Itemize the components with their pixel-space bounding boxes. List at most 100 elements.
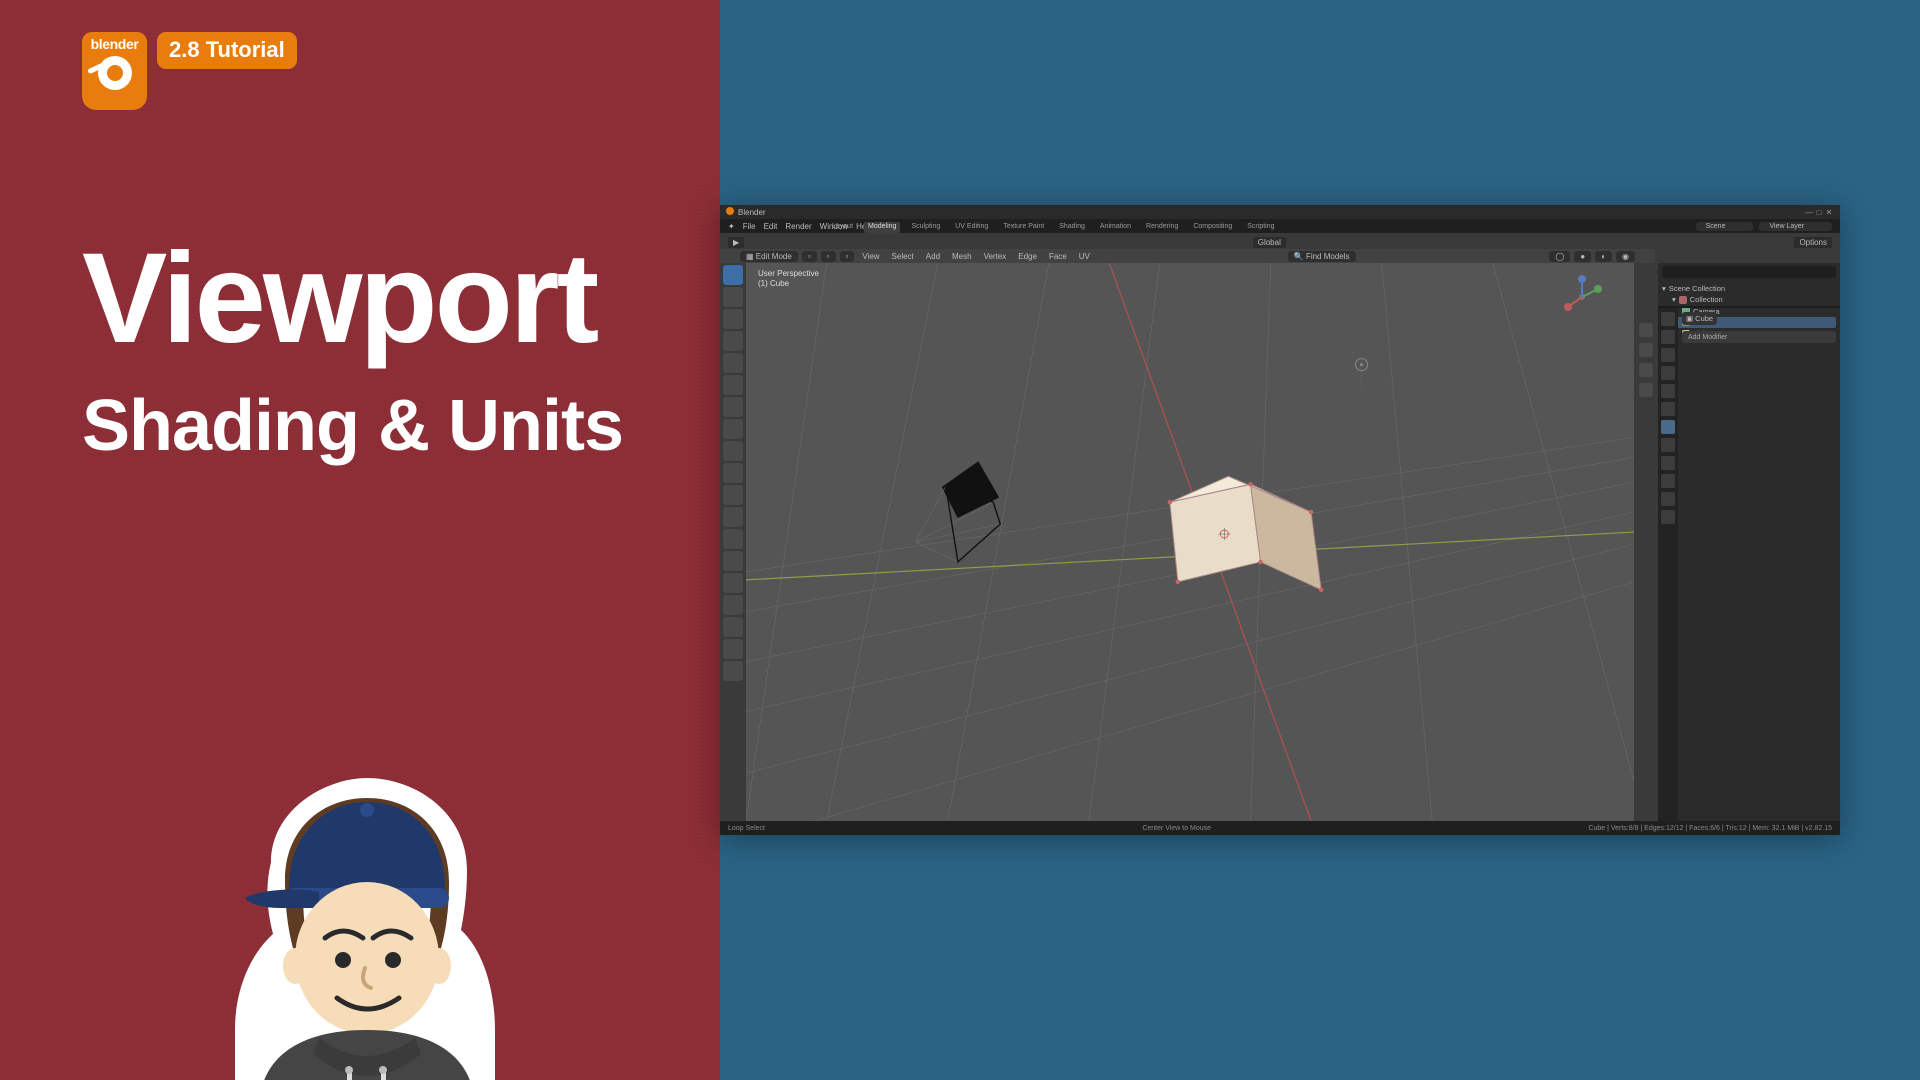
viewport-label: User Perspective(1) Cube [758, 269, 819, 290]
window-title: Blender [738, 208, 766, 217]
tab-layout[interactable]: Layout [828, 222, 857, 233]
play-icon[interactable]: ▶ [728, 237, 744, 248]
tool-select-box-icon[interactable] [723, 265, 743, 285]
tool-spin-icon[interactable] [723, 573, 743, 593]
shading-solid-icon[interactable]: ● [1574, 251, 1591, 262]
outliner-search-input[interactable] [1662, 266, 1836, 278]
menu-edge[interactable]: Edge [1014, 251, 1041, 262]
shading-rendered-icon[interactable]: ◉ [1616, 251, 1635, 262]
tool-cursor-icon[interactable] [723, 287, 743, 307]
tab-modeling[interactable]: Modeling [864, 222, 900, 233]
select-mode-vertex-icon[interactable]: ▫ [802, 251, 817, 262]
prop-tab-viewlayer-icon[interactable] [1661, 348, 1675, 362]
tool-annotate-icon[interactable] [723, 397, 743, 417]
prop-tab-physics-icon[interactable] [1661, 456, 1675, 470]
logo-circle-icon [98, 56, 132, 90]
prop-tab-render-icon[interactable] [1661, 312, 1675, 326]
properties-editor: ▣ Cube Add Modifier [1658, 307, 1840, 821]
header-row-2: ▦ Edit Mode ▫ ▫ ▫ View Select Add Mesh V… [720, 249, 1655, 263]
scene-field[interactable]: Scene [1696, 222, 1754, 231]
status-bar: Loop Select Center View to Mouse Cube | … [720, 821, 1840, 835]
add-modifier-dropdown[interactable]: Add Modifier [1682, 331, 1836, 343]
select-mode-face-icon[interactable]: ▫ [840, 251, 855, 262]
pan-icon[interactable] [1639, 343, 1653, 357]
logo-text: blender [91, 36, 139, 52]
shading-wireframe-icon[interactable]: ◯ [1549, 251, 1570, 262]
tab-shading[interactable]: Shading [1055, 222, 1089, 233]
nav-gizmo[interactable] [1560, 275, 1604, 319]
minimize-icon: — [1804, 208, 1814, 217]
scene-strip[interactable]: Scene View Layer [1696, 222, 1832, 231]
menu-uv[interactable]: UV [1075, 251, 1094, 262]
select-mode-edge-icon[interactable]: ▫ [821, 251, 836, 262]
tool-move-icon[interactable] [723, 309, 743, 329]
prop-tab-mesh-icon[interactable] [1661, 492, 1675, 506]
tab-texturepaint[interactable]: Texture Paint [999, 222, 1048, 233]
outliner[interactable]: ▾Scene Collection ▾Collection Camera Cub… [1658, 263, 1840, 307]
tab-sculpting[interactable]: Sculpting [907, 222, 944, 233]
tool-bevel-icon[interactable] [723, 485, 743, 505]
prop-tab-scene-icon[interactable] [1661, 366, 1675, 380]
toolbar[interactable] [720, 263, 746, 821]
zoom-icon[interactable] [1639, 323, 1653, 337]
menu-render[interactable]: Render [785, 222, 811, 231]
tab-rendering[interactable]: Rendering [1142, 222, 1182, 233]
thumbnail-subtitle: Shading & Units [82, 385, 623, 467]
menu-file[interactable]: File [743, 222, 756, 231]
tool-transform-icon[interactable] [723, 375, 743, 395]
main-area: User Perspective(1) Cube [720, 263, 1840, 821]
blender-menu-icon[interactable]: ✦ [728, 222, 735, 231]
blender-logo: blender [82, 32, 147, 110]
menu-edit[interactable]: Edit [764, 222, 778, 231]
viewport-nav-icons[interactable] [1634, 263, 1658, 821]
blender-icon [726, 207, 734, 215]
properties-tabs[interactable] [1658, 308, 1678, 821]
prop-tab-constraints-icon[interactable] [1661, 474, 1675, 488]
3d-viewport[interactable]: User Perspective(1) Cube [746, 263, 1634, 821]
close-icon: ✕ [1824, 208, 1834, 217]
status-right: Cube | Verts:8/8 | Edges:12/12 | Faces:6… [1588, 825, 1832, 832]
options-dropdown[interactable]: Options [1794, 237, 1832, 248]
tab-animation[interactable]: Animation [1096, 222, 1135, 233]
tool-scale-icon[interactable] [723, 353, 743, 373]
prop-tab-modifier-icon[interactable] [1661, 420, 1675, 434]
prop-tab-object-icon[interactable] [1661, 402, 1675, 416]
menu-view[interactable]: View [858, 251, 883, 262]
camera-icon[interactable] [1639, 363, 1653, 377]
prop-tab-material-icon[interactable] [1661, 510, 1675, 524]
menu-mesh[interactable]: Mesh [948, 251, 976, 262]
shading-matprev-icon[interactable]: ◐ [1595, 251, 1612, 262]
perspective-icon[interactable] [1639, 383, 1653, 397]
tool-measure-icon[interactable] [723, 419, 743, 439]
logo-area: blender 2.8 Tutorial [82, 32, 297, 110]
tool-edgeSlide-icon[interactable] [723, 617, 743, 637]
menu-face[interactable]: Face [1045, 251, 1071, 262]
tab-compositing[interactable]: Compositing [1189, 222, 1236, 233]
mode-dropdown[interactable]: ▦ Edit Mode [740, 251, 798, 262]
tool-inset-icon[interactable] [723, 463, 743, 483]
tool-extrude-icon[interactable] [723, 441, 743, 461]
prop-tab-world-icon[interactable] [1661, 384, 1675, 398]
tool-smooth-icon[interactable] [723, 595, 743, 615]
prop-tab-particles-icon[interactable] [1661, 438, 1675, 452]
tab-scripting[interactable]: Scripting [1243, 222, 1278, 233]
prop-tab-output-icon[interactable] [1661, 330, 1675, 344]
menu-select[interactable]: Select [888, 251, 918, 262]
blender-screenshot: Blender —□✕ ✦ File Edit Render Window He… [720, 205, 1840, 835]
tool-knife-icon[interactable] [723, 529, 743, 549]
tool-rip-icon[interactable] [723, 661, 743, 681]
window-titlebar: Blender —□✕ [720, 205, 1840, 219]
find-models-field[interactable]: 🔍 Find Models [1288, 251, 1356, 262]
menu-add[interactable]: Add [922, 251, 944, 262]
viewlayer-field[interactable]: View Layer [1759, 222, 1832, 231]
tool-loopcut-icon[interactable] [723, 507, 743, 527]
tool-shrink-icon[interactable] [723, 639, 743, 659]
tab-uvediting[interactable]: UV Editing [951, 222, 992, 233]
menu-vertex[interactable]: Vertex [980, 251, 1011, 262]
workspace-tabs[interactable]: Layout Modeling Sculpting UV Editing Tex… [828, 222, 1279, 233]
camera-object [916, 462, 1001, 562]
window-controls[interactable]: —□✕ [1804, 208, 1834, 217]
orientation-dropdown[interactable]: Global [1253, 237, 1286, 248]
tool-polybuild-icon[interactable] [723, 551, 743, 571]
tool-rotate-icon[interactable] [723, 331, 743, 351]
